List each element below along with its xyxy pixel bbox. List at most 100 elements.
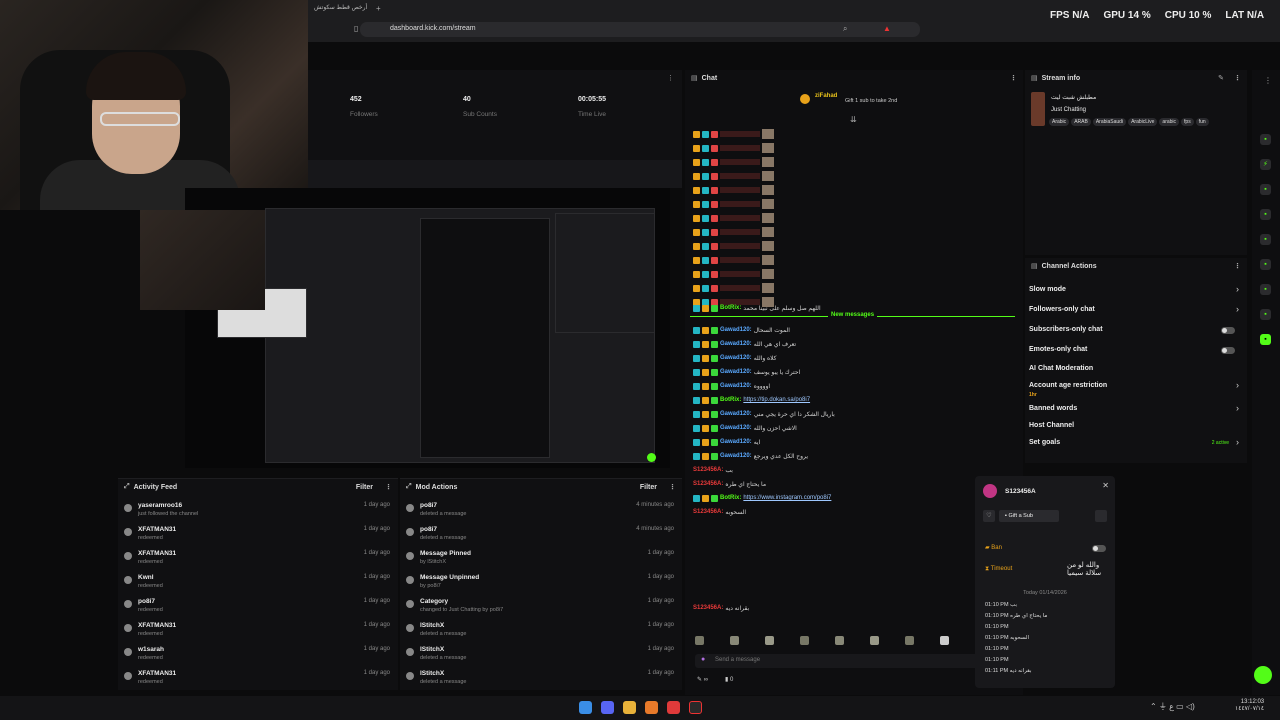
feed-row[interactable]: XFATMAN31 redeemed 1 day ago (118, 669, 398, 693)
chat-username[interactable]: BotRix: (720, 397, 741, 403)
chat-message[interactable]: Gawad120: الموت السحال (693, 324, 790, 336)
activity-filter-button[interactable]: Filter (356, 484, 373, 491)
tag-chip[interactable]: ARAB (1071, 118, 1091, 126)
more-icon[interactable]: ⋮ (1010, 74, 1017, 82)
toolbar-icon[interactable]: ▪ (1260, 259, 1271, 270)
chat-text[interactable]: https://tip.dokan.sa/po8i7 (743, 397, 810, 403)
chevron-right-icon[interactable]: › (1236, 380, 1239, 390)
chat-username[interactable]: Gawad120: (720, 453, 752, 459)
feed-row[interactable]: po8i7 deleted a message 4 minutes ago (400, 501, 682, 525)
discord-icon[interactable] (601, 701, 614, 714)
channel-action-item[interactable]: Emotes-only chat (1029, 346, 1087, 353)
feed-row[interactable]: po8i7 redeemed 1 day ago (118, 597, 398, 621)
more-icon[interactable]: ⋮ (1234, 262, 1241, 270)
toolbar-icon[interactable]: ▪ (1260, 184, 1271, 195)
stream-category[interactable]: Just Chatting (1051, 107, 1086, 113)
emote-icon[interactable] (730, 636, 739, 645)
expand-icon[interactable]: ⤢ (406, 483, 412, 491)
chat-username[interactable]: Gawad120: (720, 425, 752, 431)
search-icon[interactable]: ⌕ (843, 24, 847, 34)
chat-message[interactable]: BotRix: https://www.instagram.com/po8i7 (693, 492, 831, 504)
ban-toggle[interactable] (1092, 545, 1106, 552)
toolbar-icon[interactable]: ⚡ (1260, 159, 1271, 170)
help-button[interactable] (1254, 666, 1272, 684)
feed-row[interactable]: w1sarah redeemed 1 day ago (118, 645, 398, 669)
tag-chip[interactable]: fps (1181, 118, 1194, 126)
feed-row[interactable]: po8i7 deleted a message 4 minutes ago (400, 525, 682, 549)
emote-icon[interactable] (835, 636, 844, 645)
folder-icon[interactable] (623, 701, 636, 714)
emoji-icon[interactable]: ● (701, 656, 705, 663)
chat-message[interactable]: Gawad120: يروح الكل عدي ويرجع (693, 450, 808, 462)
chat-message[interactable]: Gawad120: اووووه (693, 380, 770, 392)
feed-row[interactable]: XFATMAN31 redeemed 1 day ago (118, 549, 398, 573)
heart-icon[interactable]: ♡ (983, 510, 995, 522)
chat-message[interactable]: Gawad120: باريال الشكر دا اي حرة يجي مني (693, 408, 835, 420)
channel-action-item[interactable]: Banned words (1029, 405, 1077, 412)
close-icon[interactable]: ✕ (1102, 481, 1109, 490)
gifter-name[interactable]: ziFahad (815, 93, 837, 99)
toggle-switch[interactable] (1221, 347, 1235, 354)
emote-icon[interactable] (800, 636, 809, 645)
tag-chip[interactable]: Arabic (1049, 118, 1070, 126)
toolbar-icon[interactable]: ▪ (1260, 309, 1271, 320)
channel-action-item[interactable]: AI Chat Moderation (1029, 365, 1093, 372)
chat-message[interactable]: Gawad120: كلاه والله (693, 352, 777, 364)
chat-username[interactable]: Gawad120: (720, 411, 752, 417)
feed-row[interactable]: XFATMAN31 redeemed 1 day ago (118, 525, 398, 549)
brave-shield-icon[interactable]: ▲ (883, 24, 891, 33)
channel-action-item[interactable]: Set goals (1029, 439, 1060, 446)
feed-row[interactable]: yaseramroo16 just followed the channel 1 d… (118, 501, 398, 525)
tag-chip[interactable]: ArabiaSaudi (1092, 118, 1127, 126)
chat-username[interactable]: S123456A: (693, 481, 723, 487)
emote-icon[interactable] (695, 636, 704, 645)
chevron-right-icon[interactable]: › (1236, 403, 1239, 413)
feed-row[interactable]: XFATMAN31 redeemed 1 day ago (118, 621, 398, 645)
toolbar-icon[interactable]: ▪ (1260, 209, 1271, 220)
more-icon[interactable]: ⋮ (1234, 74, 1241, 82)
chevron-right-icon[interactable]: › (1236, 437, 1239, 447)
chat-username[interactable]: S123456A: (693, 605, 723, 611)
pin-icon[interactable]: ⇊ (850, 115, 857, 124)
gift-sub-button[interactable]: ▪ Gift a Sub (999, 510, 1059, 522)
mod-filter-button[interactable]: Filter (640, 484, 657, 491)
channel-action-item[interactable]: Account age restriction (1029, 382, 1107, 389)
new-tab-button[interactable]: + (376, 4, 381, 13)
emote-icon[interactable] (905, 636, 914, 645)
more-icon[interactable]: ⋮ (1264, 76, 1272, 85)
ban-button[interactable]: ▰ Ban (985, 544, 1002, 551)
chat-username[interactable]: Gawad120: (720, 383, 752, 389)
clock[interactable]: 13:12:03 ١٤٤٧/٠٧/١٤ (1235, 699, 1264, 712)
browser-tab[interactable]: أرخص قطط سكوتش (308, 4, 368, 17)
feed-row[interactable]: Message Pinned by lStitchX 1 day ago (400, 549, 682, 573)
url-bar[interactable]: dashboard.kick.com/stream (360, 22, 920, 37)
feed-row[interactable]: lStitchX deleted a message 1 day ago (400, 621, 682, 645)
chat-username[interactable]: S123456A: (693, 509, 723, 515)
channel-action-item[interactable]: Slow mode (1029, 286, 1066, 293)
chat-text[interactable]: https://www.instagram.com/po8i7 (743, 495, 831, 501)
brave-icon[interactable] (667, 701, 680, 714)
toolbar-icon[interactable]: ▪ (1260, 134, 1271, 145)
chat-username[interactable]: Gawad120: (720, 327, 752, 333)
obs-icon[interactable] (689, 701, 702, 714)
channel-action-item[interactable]: Followers-only chat (1029, 306, 1095, 313)
chat-username[interactable]: Gawad120: (720, 355, 752, 361)
feed-row[interactable]: Kwnl redeemed 1 day ago (118, 573, 398, 597)
tag-chip[interactable]: ArabicLive (1128, 118, 1158, 126)
tray-icons[interactable]: ⌃ ⏚ ع ▭ ◁) (1150, 701, 1195, 712)
chat-message[interactable]: Gawad120: تعرف اي هي الله (693, 338, 796, 350)
mod-menu-button[interactable] (1095, 510, 1107, 522)
toolbar-icon[interactable]: ▪ (1260, 234, 1271, 245)
chevron-right-icon[interactable]: › (1236, 284, 1239, 294)
feed-row[interactable]: Message Unpinned by po8i7 1 day ago (400, 573, 682, 597)
more-icon[interactable]: ⋮ (667, 74, 674, 82)
feed-row[interactable]: lStitchX deleted a message 1 day ago (400, 645, 682, 669)
chat-username[interactable]: S123456A: (693, 467, 723, 473)
feed-row[interactable]: Category changed to Just Chatting by po8i… (400, 597, 682, 621)
feed-row[interactable]: lStitchX deleted a message 1 day ago (400, 669, 682, 693)
app-icon[interactable] (645, 701, 658, 714)
chat-message[interactable]: BotRix: https://tip.dokan.sa/po8i7 (693, 394, 810, 406)
emote-icon[interactable] (940, 636, 949, 645)
chat-message[interactable]: Gawad120: احترك يا يبو يوسف (693, 366, 800, 378)
expand-icon[interactable]: ⤢ (124, 483, 130, 491)
